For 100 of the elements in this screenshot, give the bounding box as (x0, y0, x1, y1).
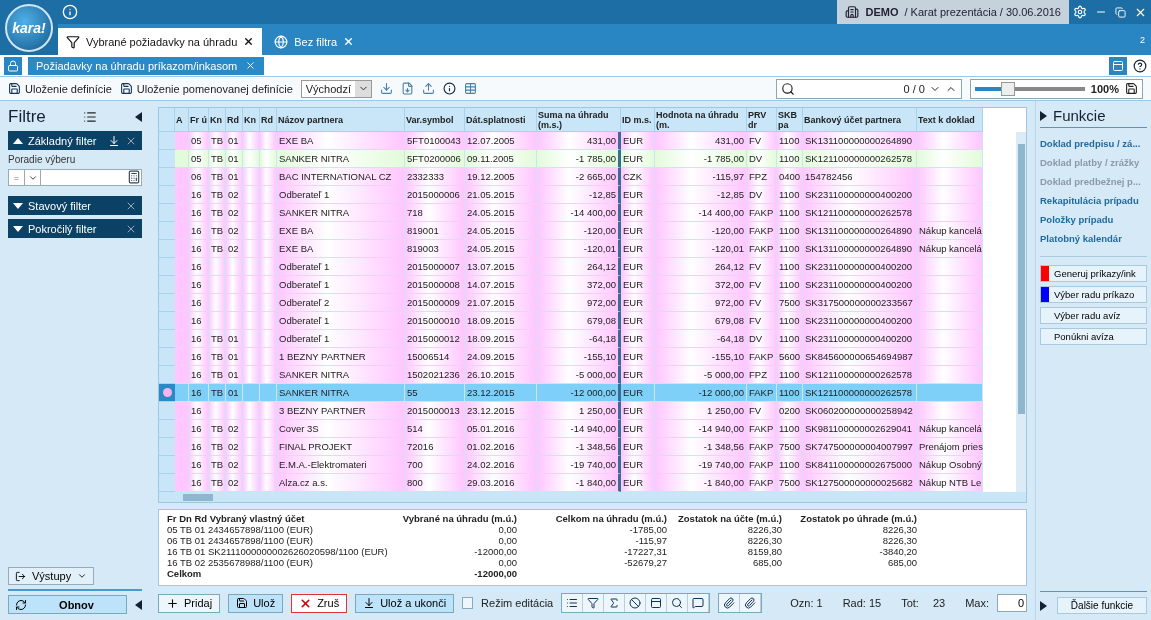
tab[interactable]: Bez filtra (266, 28, 363, 55)
outputs-button[interactable]: Výstupy (8, 567, 95, 585)
definition-select[interactable]: Východzí (300, 79, 373, 98)
document-tab[interactable]: Požiadavky na úhradu príkazom/inkasom (28, 56, 265, 75)
vertical-scrollbar[interactable] (1016, 132, 1026, 492)
summary-cell-text: 685,00 (886, 557, 917, 568)
upload-icon[interactable] (422, 82, 436, 95)
table-cell: 16 (189, 294, 209, 312)
table-cell: -12,85 (537, 186, 621, 204)
column-header[interactable]: Text k doklad (917, 108, 983, 132)
lock-icon[interactable] (4, 56, 22, 75)
column-header[interactable]: SKB pa (777, 108, 803, 132)
comment-icon[interactable] (688, 594, 710, 612)
column-header[interactable]: ID m.s. (621, 108, 655, 132)
sort-icon[interactable] (108, 134, 120, 147)
summary-cell-text: -52679,27 (623, 557, 667, 568)
filter-section[interactable]: Stavový filter (8, 196, 142, 215)
tab[interactable]: Vybrané požiadavky na úhradu (58, 28, 263, 55)
table-cell: SANKER NITRA (277, 384, 405, 402)
collapse-icon[interactable] (135, 599, 142, 610)
tab-count[interactable]: 2 (1140, 34, 1145, 45)
filter-section[interactable]: Pokročilý filter (8, 219, 142, 238)
list-icon[interactable] (83, 110, 98, 124)
table-cell: 2332333 (405, 168, 465, 186)
panel-icon[interactable] (1109, 56, 1127, 75)
max-field[interactable]: 0 (997, 594, 1027, 612)
table-cell: -1 785,00 (655, 150, 747, 168)
table-cell: 01 (226, 330, 243, 348)
zoom-slider[interactable] (974, 81, 1085, 96)
table-cell: TB (209, 186, 226, 204)
close-icon[interactable] (243, 36, 255, 47)
info-icon[interactable] (443, 82, 457, 95)
filter-section[interactable]: Základný filter (8, 131, 142, 150)
add-button[interactable]: Pridaj (158, 593, 221, 613)
horizontal-scrollbar[interactable] (159, 492, 1026, 502)
filter-icon[interactable] (583, 594, 605, 612)
table-icon[interactable] (464, 82, 478, 95)
edit-mode-checkbox[interactable] (462, 597, 474, 609)
table-cell: 14.07.2015 (465, 276, 537, 294)
function-link[interactable]: Rekapitulácia prípadu (1040, 193, 1147, 208)
table-cell: TB (209, 348, 226, 366)
summary-cell-text: -12000,00 (473, 546, 517, 557)
table-cell: EUR (621, 186, 655, 204)
save-button[interactable]: Ulož (228, 593, 284, 613)
order-field[interactable]: = (8, 169, 142, 186)
save-icon[interactable] (1125, 82, 1138, 95)
download-icon[interactable] (380, 82, 394, 95)
sum-icon[interactable] (604, 594, 626, 612)
table-cell (243, 168, 260, 186)
table-cell: Prenájom pries (917, 438, 983, 456)
search-icon[interactable] (667, 594, 689, 612)
refresh-button[interactable]: Obnov (8, 595, 127, 614)
calculator-icon[interactable] (127, 170, 141, 184)
column-header[interactable]: Fr ú (189, 108, 209, 132)
function-link[interactable]: Položky prípadu (1040, 212, 1147, 227)
save-definition-button[interactable]: Uloženie definície (8, 82, 112, 95)
row-selector[interactable] (159, 384, 175, 402)
table-cell: -14 940,00 (537, 420, 621, 438)
column-header[interactable]: Bankový účet partnera (803, 108, 917, 132)
search-field[interactable]: 0 / 0 (775, 78, 962, 99)
paperclip-icon[interactable] (740, 594, 762, 612)
column-header[interactable]: Rd (260, 108, 277, 132)
save-named-definition-button[interactable]: Uloženie pomenovanej definície (119, 82, 293, 95)
table-cell: 12.07.2005 (465, 132, 537, 150)
column-header[interactable]: Hodnota na úhradu (m. (655, 108, 747, 132)
help-icon[interactable] (1133, 58, 1147, 73)
table-cell: 16 (189, 474, 209, 492)
table-cell: TB (209, 240, 226, 258)
table-cell: -155,10 (537, 348, 621, 366)
column-header[interactable]: Suma na úhradu (m.s.) (537, 108, 621, 132)
column-header[interactable]: Rd (226, 108, 243, 132)
function-link[interactable]: Platobný kalendár (1040, 231, 1147, 246)
summary-cell-text: 8226,30 (881, 524, 917, 535)
table-cell: SK231100000000400200 (803, 330, 917, 348)
column-header[interactable]: Názov partnera (277, 108, 405, 132)
total-label: Tot: (901, 597, 919, 609)
window-icon[interactable] (646, 594, 668, 612)
column-header[interactable]: Kn (243, 108, 260, 132)
column-header[interactable]: Dát.splatnosti (465, 108, 537, 132)
table-cell: SK231100000000400200 (803, 312, 917, 330)
save-close-button[interactable]: Ulož a ukonči (355, 593, 455, 613)
column-header[interactable]: PRV dr (747, 108, 777, 132)
paperclip-icon[interactable] (719, 594, 741, 612)
column-header[interactable]: Var.symbol (405, 108, 465, 132)
function-link[interactable]: Doklad predpisu / zá... (1040, 136, 1147, 151)
more-functions-button[interactable]: Ďalšie funkcie (1057, 597, 1147, 614)
building-icon (845, 5, 860, 19)
table-cell: EUR (621, 366, 655, 384)
cancel-button[interactable]: Zruš (291, 593, 348, 613)
table-cell: 5FT0200006 (405, 150, 465, 168)
table-cell: 264,12 (655, 258, 747, 276)
expand-icon[interactable] (1040, 110, 1047, 121)
export-icon[interactable] (401, 82, 415, 95)
expand-icon[interactable] (1040, 600, 1047, 611)
column-header[interactable]: Kn (209, 108, 226, 132)
table-cell: -14 400,00 (537, 204, 621, 222)
column-header[interactable]: A (175, 108, 189, 132)
list-icon[interactable] (562, 594, 584, 612)
collapse-icon[interactable] (135, 112, 142, 122)
table-cell (243, 330, 260, 348)
